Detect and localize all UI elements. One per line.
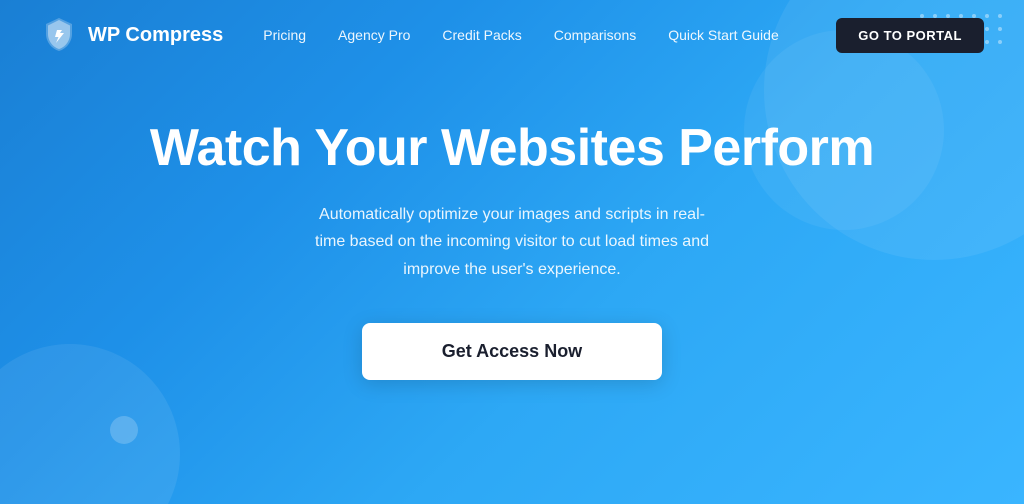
- logo-icon: [40, 16, 78, 54]
- cta-button[interactable]: Get Access Now: [362, 323, 662, 380]
- portal-button[interactable]: GO TO PORTAL: [836, 18, 984, 53]
- decorative-circle-left-small: [110, 416, 138, 444]
- nav-pricing[interactable]: Pricing: [263, 27, 306, 43]
- hero-content: Watch Your Websites Perform Automaticall…: [0, 70, 1024, 380]
- brand-name: WP Compress: [88, 24, 223, 47]
- nav-comparisons[interactable]: Comparisons: [554, 27, 636, 43]
- hero-title: Watch Your Websites Perform: [150, 120, 874, 177]
- logo-area: WP Compress: [40, 16, 223, 54]
- nav-credit-packs[interactable]: Credit Packs: [442, 27, 521, 43]
- hero-section: WP Compress Pricing Agency Pro Credit Pa…: [0, 0, 1024, 504]
- nav-agency-pro[interactable]: Agency Pro: [338, 27, 410, 43]
- navbar: WP Compress Pricing Agency Pro Credit Pa…: [0, 0, 1024, 70]
- nav-quick-start[interactable]: Quick Start Guide: [668, 27, 779, 43]
- nav-links: Pricing Agency Pro Credit Packs Comparis…: [263, 27, 836, 43]
- hero-subtitle: Automatically optimize your images and s…: [312, 201, 712, 283]
